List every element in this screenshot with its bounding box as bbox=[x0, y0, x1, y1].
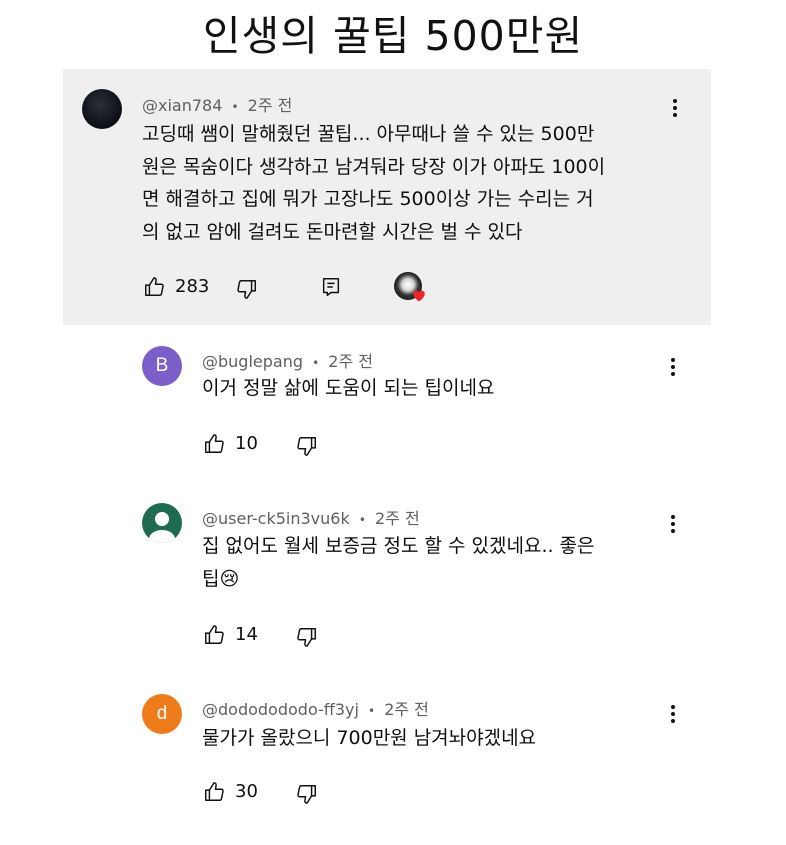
like-icon bbox=[205, 782, 224, 801]
comment-text: 고딩때 쌤이 말해줬던 꿀팁... 아무때나 쓸 수 있는 500만 원은 목숨… bbox=[142, 118, 702, 248]
dislike-button[interactable] bbox=[296, 626, 318, 648]
reply-text: 집 없어도 월세 보증금 정도 할 수 있겠네요.. 좋은 팁😢 bbox=[202, 530, 662, 595]
default-user-icon bbox=[149, 512, 175, 543]
like-icon bbox=[145, 277, 164, 296]
timestamp: 2주 전 bbox=[328, 352, 373, 371]
avatar[interactable] bbox=[142, 503, 182, 543]
reply-text: 물가가 올랐으니 700만원 남겨놔야겠네요 bbox=[202, 722, 662, 755]
timestamp: 2주 전 bbox=[247, 96, 293, 115]
dislike-icon bbox=[237, 280, 256, 299]
reply-text-line: 물가가 올랐으니 700만원 남겨놔야겠네요 bbox=[202, 727, 537, 749]
reply-meta: @user-ck5in3vu6k • 2주 전 bbox=[202, 505, 420, 529]
reply-text-line: 집 없어도 월세 보증금 정도 할 수 있겠네요.. 좋은 bbox=[202, 535, 595, 557]
comment-text-line: 원은 목숨이다 생각하고 남겨둬라 당장 이가 아파도 100이 bbox=[142, 155, 606, 178]
like-count: 10 bbox=[235, 433, 258, 454]
author-handle[interactable]: @buglepang bbox=[202, 352, 303, 371]
comment-meta: @xian784 • 2주 전 bbox=[142, 92, 292, 116]
comment-text-line: 의 없고 암에 걸려도 돈마련할 시간은 벌 수 있다 bbox=[142, 220, 523, 243]
creator-heart-badge[interactable] bbox=[394, 272, 430, 304]
reply-meta: @buglepang • 2주 전 bbox=[202, 348, 373, 372]
reply-text-line: 팁😢 bbox=[202, 567, 240, 590]
timestamp: 2주 전 bbox=[384, 700, 429, 719]
reply-text: 이거 정말 삶에 도움이 되는 팁이네요 bbox=[202, 372, 662, 405]
like-count: 283 bbox=[175, 276, 210, 297]
meta-separator: • bbox=[358, 513, 366, 527]
more-options-icon[interactable] bbox=[663, 702, 683, 726]
heart-icon bbox=[413, 290, 425, 302]
dislike-button[interactable] bbox=[236, 278, 258, 300]
more-options-icon[interactable] bbox=[665, 96, 685, 120]
like-button[interactable] bbox=[143, 276, 165, 298]
timestamp: 2주 전 bbox=[374, 509, 420, 528]
like-icon bbox=[205, 625, 224, 644]
meta-separator: • bbox=[368, 704, 376, 718]
like-button[interactable] bbox=[203, 781, 225, 803]
reply-text-line: 이거 정말 삶에 도움이 되는 팁이네요 bbox=[202, 377, 495, 399]
author-handle[interactable]: @dododododo-ff3yj bbox=[202, 700, 359, 719]
author-handle[interactable]: @xian784 bbox=[142, 96, 222, 115]
reply-button[interactable] bbox=[320, 276, 342, 298]
dislike-icon bbox=[297, 628, 316, 647]
avatar[interactable]: B bbox=[142, 346, 182, 386]
like-icon bbox=[205, 434, 224, 453]
dislike-icon bbox=[297, 437, 316, 456]
like-button[interactable] bbox=[203, 624, 225, 646]
avatar[interactable] bbox=[82, 89, 122, 129]
reply-icon bbox=[322, 278, 340, 296]
reply-meta: @dododododo-ff3yj • 2주 전 bbox=[202, 696, 429, 720]
dislike-icon bbox=[297, 785, 316, 804]
comment-text-line: 고딩때 쌤이 말해줬던 꿀팁... 아무때나 쓸 수 있는 500만 bbox=[142, 123, 595, 145]
avatar-letter: B bbox=[155, 355, 169, 376]
meta-separator: • bbox=[231, 100, 239, 114]
like-button[interactable] bbox=[203, 433, 225, 455]
author-handle[interactable]: @user-ck5in3vu6k bbox=[202, 509, 350, 528]
page-title: 인생의 꿀팁 500만원 bbox=[202, 12, 584, 60]
meta-separator: • bbox=[312, 356, 320, 370]
more-options-icon[interactable] bbox=[663, 355, 683, 379]
dislike-button[interactable] bbox=[296, 435, 318, 457]
avatar-letter: d bbox=[156, 703, 168, 724]
like-count: 14 bbox=[235, 624, 258, 645]
like-count: 30 bbox=[235, 781, 258, 802]
dislike-button[interactable] bbox=[296, 783, 318, 805]
more-options-icon[interactable] bbox=[663, 512, 683, 536]
comment-text-line: 면 해결하고 집에 뭐가 고장나도 500이상 가는 수리는 거 bbox=[142, 188, 594, 210]
avatar[interactable]: d bbox=[142, 694, 182, 734]
